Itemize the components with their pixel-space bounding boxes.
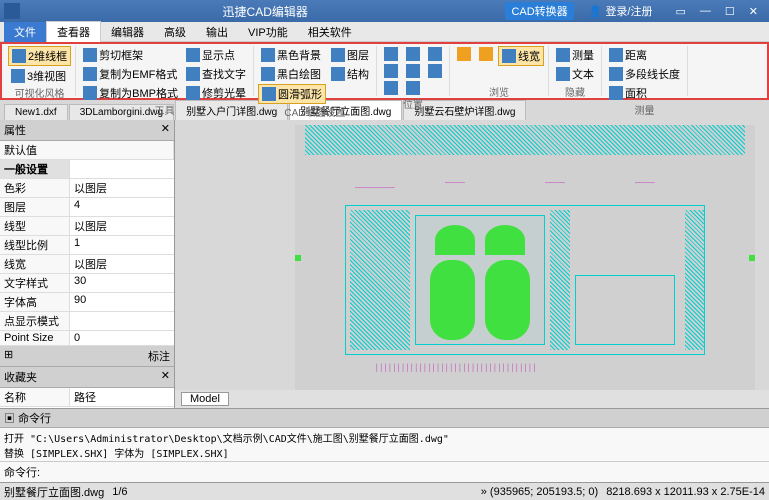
trim-halo-button[interactable]: 修剪光晕 [183,84,249,102]
cmd-input[interactable] [44,464,765,480]
status-page: 1/6 [112,486,127,498]
status-coords: » (935965; 205193.5; 0) [481,486,598,498]
prop-value[interactable]: 以图层 [70,255,174,273]
cmd-output: 打开 "C:\Users\Administrator\Desktop\文档示例\… [0,428,769,461]
prop-value[interactable]: 0 [70,331,174,345]
pan-icon[interactable] [403,80,423,96]
prop-value[interactable]: 以图层 [70,179,174,197]
fav-name-col: 名称 [0,388,70,406]
group-label-visual: 可视化风格 [8,85,71,97]
zoom-fit-icon[interactable] [403,46,423,62]
prop-key: 点显示模式 [0,312,70,330]
prop-key: 字体高 [0,293,70,311]
prop-key: 文字样式 [0,274,70,292]
zoom-window-icon[interactable] [381,80,401,96]
rotate-icon[interactable] [425,63,445,79]
linewidth-button[interactable]: 线宽 [498,46,544,66]
login-button[interactable]: 👤 登录/注册 [583,1,659,21]
cmd-prompt: 命令行: [4,464,40,480]
minimize-button[interactable]: — [694,3,717,19]
doc-tab[interactable]: New1.dxf [4,104,68,120]
status-dims: 8218.693 x 12011.93 x 2.75E-14 [606,486,765,498]
group-label-tools: 工具 [80,102,249,114]
fav-path-col: 路径 [70,388,174,406]
status-file: 别墅餐厅立面图.dwg [4,484,104,500]
prop-key: 线型 [0,217,70,235]
menu-tab-vip[interactable]: VIP功能 [238,22,298,42]
structure-button[interactable]: 结构 [328,65,372,83]
black-bg-button[interactable]: 黑色背景 [258,46,326,64]
prop-value[interactable]: 30 [70,274,174,292]
maximize-button[interactable]: ☐ [719,3,741,20]
prop-key: Point Size [0,331,70,345]
cad-convert-button[interactable]: CAD转换器 [505,2,573,20]
3d-view-button[interactable]: 3维视图 [8,67,71,85]
copy-bmp-button[interactable]: 复制为BMP格式 [80,84,181,102]
text-button[interactable]: 文本 [553,65,597,83]
group-label-hide: 隐藏 [553,84,597,96]
polyline-len-button[interactable]: 多段线长度 [606,65,683,83]
area-button[interactable]: 面积 [606,84,683,102]
bw-draw-button[interactable]: 黑白绘图 [258,65,326,83]
props-panel-header: 属性✕ [0,120,174,141]
prop-key: 线型比例 [0,236,70,254]
drawing-canvas[interactable]: ──────── ──── ──── ──── ││││││││││││││││… [175,120,769,390]
prop-key: 图层 [0,198,70,216]
find-text-button[interactable]: 查找文字 [183,65,249,83]
prop-value[interactable]: 1 [70,236,174,254]
group-label-cad-settings: CAD绘图设置 [258,104,372,116]
props-section: 一般设置 [0,160,70,178]
smooth-arc-button[interactable]: 圆滑弧形 [258,84,326,104]
clip-frame-button[interactable]: 剪切框架 [80,46,181,64]
prop-value[interactable]: 90 [70,293,174,311]
distance-button[interactable]: 距离 [606,46,683,64]
cmd-header: ▣ 命令行 [0,409,769,428]
prop-key: 色彩 [0,179,70,197]
marker-section[interactable]: ⊞ 标注 [0,346,174,367]
menu-tab-viewer[interactable]: 查看器 [46,21,101,42]
menu-tab-advanced[interactable]: 高级 [154,22,196,42]
ribbon-toolbar: 2维线框 3维视图 可视化风格 剪切框架 复制为EMF格式 复制为BMP格式 显… [0,42,769,100]
menu-tab-related[interactable]: 相关软件 [298,22,362,42]
zoom-in-icon[interactable] [381,46,401,62]
model-tab[interactable]: Model [181,392,229,406]
group-label-measure: 测量 [606,102,683,114]
menu-tab-editor[interactable]: 编辑器 [101,22,154,42]
group-label-browse: 浏览 [454,84,544,96]
nav-back-icon[interactable] [454,46,474,62]
layers-button[interactable]: 图层 [328,46,372,64]
prop-value[interactable]: 4 [70,198,174,216]
2d-wireframe-button[interactable]: 2维线框 [8,46,71,66]
show-points-button[interactable]: 显示点 [183,46,249,64]
zoom-extents-icon[interactable] [403,63,423,79]
prop-value[interactable] [70,312,174,330]
app-logo [4,3,20,19]
window-divider-icon[interactable]: ▭ [670,3,692,20]
copy-emf-button[interactable]: 复制为EMF格式 [80,65,181,83]
measure-button[interactable]: 测量 [553,46,597,64]
zoom-prev-icon[interactable] [425,46,445,62]
favorites-header: 收藏夹✕ [0,367,174,388]
zoom-out-icon[interactable] [381,63,401,79]
prop-value[interactable]: 以图层 [70,217,174,235]
close-button[interactable]: ✕ [743,3,764,20]
app-title: 迅捷CAD编辑器 [26,3,504,20]
nav-fwd-icon[interactable] [476,46,496,62]
menu-tab-output[interactable]: 输出 [196,22,238,42]
prop-key: 线宽 [0,255,70,273]
group-label-position: 位置 [381,96,445,108]
default-dropdown[interactable]: 默认值 [0,141,174,159]
menu-file[interactable]: 文件 [4,22,46,42]
